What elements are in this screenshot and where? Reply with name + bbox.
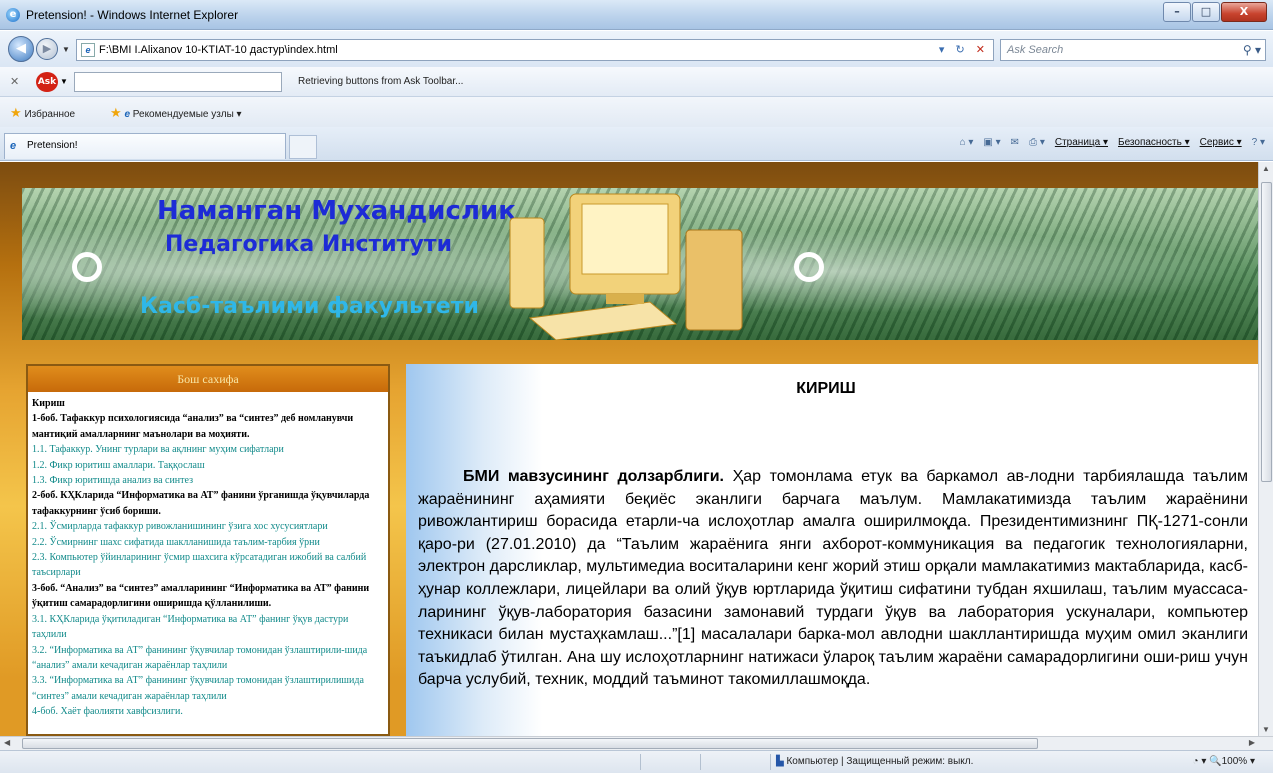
scroll-right-icon[interactable]: ▶ <box>1249 738 1255 747</box>
status-bar: ▙ Компьютер | Защищенный режим: выкл. ◔ … <box>0 750 1273 773</box>
computer-icon: ▙ <box>776 756 784 767</box>
ring-icon <box>72 252 102 282</box>
page-icon: e <box>81 43 95 57</box>
ring-icon <box>794 252 824 282</box>
url-text[interactable]: F:\BMI I.Alixanov 10-KTIAT-10 дастур\ind… <box>99 44 338 56</box>
toc-link[interactable]: 3.1. КҲКларида ўқитиладиган “Информатика… <box>32 612 385 643</box>
banner-faculty: Касб-таълими факультети <box>140 294 479 319</box>
tools-menu[interactable]: Сервис ▾ <box>1200 137 1242 148</box>
content-body: Ҳар томонлама етук ва баркамол ав-лодни … <box>418 468 1249 689</box>
toc-heading: 3-боб. “Анализ” ва “синтез” амалларининг… <box>32 582 370 610</box>
horizontal-scroll-thumb[interactable] <box>22 738 1038 749</box>
toc-heading: 2-боб. КҲКларида “Информатика ва АТ” фан… <box>32 490 370 517</box>
scroll-down-icon[interactable]: ▼ <box>1262 725 1270 734</box>
status-divider <box>640 754 641 770</box>
horizontal-scrollbar[interactable]: ◀ ▶ <box>0 736 1273 750</box>
status-divider <box>700 754 701 770</box>
suggested-sites-button[interactable]: ★ e Рекомендуемые узлы ▾ <box>110 105 242 121</box>
toolbar-status: Retrieving buttons from Ask Toolbar... <box>298 76 464 87</box>
ask-dropdown-icon[interactable]: ▼ <box>60 77 68 86</box>
toc-heading: Кириш <box>32 398 65 409</box>
minimize-button[interactable]: – <box>1163 2 1191 22</box>
search-field[interactable]: Ask Search ⚲ ▾ <box>1000 39 1266 61</box>
scroll-left-icon[interactable]: ◀ <box>4 738 10 747</box>
maximize-button[interactable]: □ <box>1192 2 1220 22</box>
history-dropdown-icon[interactable]: ▼ <box>62 45 70 54</box>
page-icon: e <box>124 109 130 120</box>
back-button[interactable]: ◀ <box>8 36 34 62</box>
banner-subtitle: Педагогика Институти <box>165 232 452 257</box>
zoom-level[interactable]: ◔ ▾ 🔍100% ▾ <box>1193 756 1255 767</box>
address-bar: ◀ ▶ ▼ e F:\BMI I.Alixanov 10-KTIAT-10 да… <box>0 31 1273 67</box>
content-lead: БМИ мавзусининг долзарблиги. <box>463 468 724 485</box>
toc-list: Кириш 1-боб. Тафаккур психологиясида “ана… <box>28 392 388 720</box>
toc-heading: 1-боб. Тафаккур психологиясида “анализ” … <box>32 413 354 440</box>
tab-pretension[interactable]: e Pretension! <box>4 133 286 159</box>
safety-menu[interactable]: Безопасность ▾ <box>1118 137 1190 148</box>
security-zone[interactable]: ▙ Компьютер | Защищенный режим: выкл. <box>776 756 973 767</box>
star-icon: ★ <box>10 105 22 120</box>
content-title: КИРИШ <box>796 380 856 397</box>
mail-icon[interactable]: ✉ <box>1011 137 1019 148</box>
close-button[interactable]: X <box>1221 2 1267 22</box>
toc-link[interactable]: 3.3. “Информатика ва АТ” фанининг ўқувчи… <box>32 673 385 704</box>
status-divider <box>770 754 771 770</box>
toc-link[interactable]: 2.1. Ўсмирларда тафаккур ривожланишининг… <box>32 519 385 534</box>
page-viewport: Наманган Мухандислик Педагогика Институт… <box>0 162 1258 736</box>
toc-link[interactable]: 1.1. Тафаккур. Унинг турлари ва ақлнинг … <box>32 442 385 457</box>
help-icon[interactable]: ? ▾ <box>1252 137 1265 148</box>
window-titlebar: e Pretension! - Windows Internet Explore… <box>0 0 1273 30</box>
add-favorite-icon: ★ <box>110 105 122 120</box>
toc-link[interactable]: 4-боб. Хаёт фаолияти хавфсизлиги. <box>32 704 385 719</box>
tab-bar: e Pretension! ⌂ ▾ ▣ ▾ ✉ ⎙ ▾ Страница ▾ Б… <box>0 127 1273 161</box>
content-panel: КИРИШ БМИ мавзусининг долзарблиги. Ҳар т… <box>406 364 1258 736</box>
zoom-icon: 🔍 <box>1209 756 1222 767</box>
search-placeholder[interactable]: Ask Search <box>1007 44 1063 56</box>
protected-mode-icon: ◔ ▾ <box>1192 756 1207 767</box>
favorites-bar: ★ Избранное ★ e Рекомендуемые узлы ▾ <box>0 97 1273 127</box>
tab-label: Pretension! <box>27 140 78 151</box>
page-icon: e <box>10 140 17 152</box>
new-tab-button[interactable] <box>289 135 317 159</box>
window-controls: – □ X <box>1162 2 1267 22</box>
forward-button[interactable]: ▶ <box>36 38 58 60</box>
ie-logo-icon: e <box>6 8 20 22</box>
ask-logo-icon[interactable]: Ask <box>36 72 58 92</box>
feeds-icon[interactable]: ▣ ▾ <box>983 137 1000 148</box>
home-icon[interactable]: ⌂ ▾ <box>960 137 974 148</box>
ask-toolbar: ✕ Ask ▼ Retrieving buttons from Ask Tool… <box>0 67 1273 97</box>
toc-link[interactable]: 1.2. Фикр юритиш амаллари. Таққослаш <box>32 458 385 473</box>
command-bar: ⌂ ▾ ▣ ▾ ✉ ⎙ ▾ Страница ▾ Безопасность ▾ … <box>960 137 1265 148</box>
ask-search-input[interactable] <box>74 72 282 92</box>
table-of-contents-panel: Бош сахифа Кириш 1-боб. Тафаккур психолог… <box>26 364 390 736</box>
toc-link[interactable]: 2.3. Компьютер ўйинларининг ўсмир шахсиг… <box>32 550 385 581</box>
vertical-scroll-thumb[interactable] <box>1261 182 1272 482</box>
home-page-header[interactable]: Бош сахифа <box>28 366 388 392</box>
close-toolbar-icon[interactable]: ✕ <box>10 75 19 88</box>
refresh-icon[interactable]: ↻ <box>956 44 969 56</box>
window-title: Pretension! - Windows Internet Explorer <box>26 8 239 22</box>
print-icon[interactable]: ⎙ ▾ <box>1029 137 1045 148</box>
toc-link[interactable]: 2.2. Ўсмирнинг шахс сифатида шаклланишид… <box>32 535 385 550</box>
scroll-up-icon[interactable]: ▲ <box>1262 164 1270 173</box>
header-banner: Наманган Мухандислик Педагогика Институт… <box>22 188 1258 340</box>
url-tools: ▾ ↻ ✕ <box>939 43 989 56</box>
search-icon[interactable]: ⚲ ▾ <box>1243 43 1261 57</box>
vertical-scrollbar[interactable]: ▲ ▼ <box>1258 162 1273 736</box>
page-menu[interactable]: Страница ▾ <box>1055 137 1108 148</box>
banner-title: Наманган Мухандислик <box>157 196 516 226</box>
stop-icon[interactable]: ✕ <box>976 44 989 56</box>
favorites-button[interactable]: ★ Избранное <box>10 105 75 121</box>
computer-illustration-icon <box>509 193 743 340</box>
toc-link[interactable]: 3.2. “Информатика ва АТ” фанининг ўқувчи… <box>32 643 385 674</box>
url-field[interactable]: e F:\BMI I.Alixanov 10-KTIAT-10 дастур\i… <box>76 39 994 61</box>
toc-link[interactable]: 1.3. Фикр юритишда анализ ва синтез <box>32 473 385 488</box>
content-paragraph: БМИ мавзусининг долзарблиги. Ҳар томонла… <box>418 466 1248 692</box>
url-dropdown-icon[interactable]: ▾ <box>939 44 949 56</box>
